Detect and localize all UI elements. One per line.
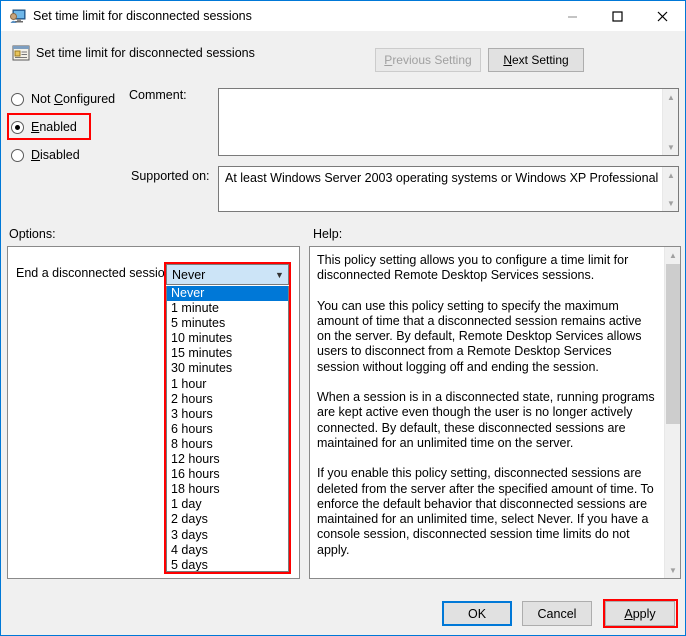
help-paragraph: If you enable this policy setting, disco… <box>317 466 656 558</box>
radio-label-disabled: Disabled <box>31 148 80 162</box>
setting-field-label: End a disconnected session <box>16 266 172 280</box>
supported-on-value: At least Windows Server 2003 operating s… <box>219 167 678 190</box>
help-scroll-thumb[interactable] <box>666 264 680 424</box>
dropdown-item[interactable]: 1 hour <box>167 377 288 392</box>
options-label: Options: <box>9 227 56 241</box>
next-setting-button[interactable]: Next Setting <box>488 48 584 72</box>
scroll-down-icon[interactable]: ▼ <box>663 195 679 211</box>
supported-on-label: Supported on: <box>131 169 210 183</box>
policy-setting-icon <box>12 44 30 62</box>
dropdown-item[interactable]: 2 days <box>167 512 288 527</box>
scroll-up-icon[interactable]: ▲ <box>665 247 681 263</box>
title-bar: Set time limit for disconnected sessions <box>1 1 685 31</box>
minimize-icon[interactable] <box>550 1 595 31</box>
end-session-combobox[interactable]: Never ▼ <box>166 264 289 285</box>
help-label: Help: <box>313 227 342 241</box>
ok-button[interactable]: OK <box>442 601 512 626</box>
radio-not-configured[interactable]: Not Configured <box>11 90 115 108</box>
dropdown-item[interactable]: 3 hours <box>167 407 288 422</box>
dropdown-item[interactable]: 5 minutes <box>167 316 288 331</box>
dropdown-item[interactable]: 1 day <box>167 497 288 512</box>
dropdown-item[interactable]: 5 days <box>167 558 288 572</box>
previous-setting-button[interactable]: Previous Setting <box>375 48 481 72</box>
dropdown-item[interactable]: 6 hours <box>167 422 288 437</box>
maximize-icon[interactable] <box>595 1 640 31</box>
comment-label: Comment: <box>129 88 187 102</box>
end-session-dropdown-list[interactable]: Never1 minute5 minutes10 minutes15 minut… <box>166 286 289 572</box>
dropdown-item[interactable]: 30 minutes <box>167 361 288 376</box>
radio-mark-enabled <box>11 121 24 134</box>
cancel-button[interactable]: Cancel <box>522 601 592 626</box>
supported-on-field: At least Windows Server 2003 operating s… <box>218 166 679 212</box>
scroll-up-icon[interactable]: ▲ <box>663 89 679 105</box>
dropdown-item[interactable]: 10 minutes <box>167 331 288 346</box>
help-paragraph: This policy setting allows you to config… <box>317 253 656 284</box>
help-scrollbar[interactable]: ▲ ▼ <box>664 247 680 578</box>
comment-value <box>219 89 678 97</box>
dropdown-item[interactable]: 2 hours <box>167 392 288 407</box>
supported-scrollbar[interactable]: ▲ ▼ <box>662 167 678 211</box>
apply-button[interactable]: Apply <box>605 601 675 626</box>
dropdown-item[interactable]: 18 hours <box>167 482 288 497</box>
dropdown-item[interactable]: Never <box>167 286 288 301</box>
policy-monitor-icon <box>10 8 26 24</box>
chevron-down-icon[interactable]: ▼ <box>271 270 288 280</box>
policy-setting-dialog: Set time limit for disconnected sessions… <box>0 0 686 636</box>
comment-scrollbar[interactable]: ▲ ▼ <box>662 89 678 155</box>
radio-label-not-configured: Not Configured <box>31 92 115 106</box>
dropdown-item[interactable]: 15 minutes <box>167 346 288 361</box>
setting-title: Set time limit for disconnected sessions <box>36 46 255 60</box>
comment-input[interactable]: ▲ ▼ <box>218 88 679 156</box>
radio-mark-not-configured <box>11 93 24 106</box>
dropdown-item[interactable]: 1 minute <box>167 301 288 316</box>
caption-buttons <box>550 1 685 31</box>
radio-mark-disabled <box>11 149 24 162</box>
help-paragraph: You can use this policy setting to speci… <box>317 299 656 375</box>
dropdown-item[interactable]: 4 days <box>167 543 288 558</box>
help-panel: This policy setting allows you to config… <box>309 246 681 579</box>
scroll-up-icon[interactable]: ▲ <box>663 167 679 183</box>
radio-disabled[interactable]: Disabled <box>11 146 80 164</box>
help-text: This policy setting allows you to config… <box>310 247 664 578</box>
combobox-value: Never <box>167 268 271 282</box>
dropdown-item[interactable]: 12 hours <box>167 452 288 467</box>
radio-enabled[interactable]: Enabled <box>11 118 77 136</box>
help-paragraph: When a session is in a disconnected stat… <box>317 390 656 451</box>
scroll-down-icon[interactable]: ▼ <box>663 139 679 155</box>
dropdown-item[interactable]: 3 days <box>167 528 288 543</box>
dropdown-item[interactable]: 16 hours <box>167 467 288 482</box>
scroll-down-icon[interactable]: ▼ <box>665 562 681 578</box>
dropdown-item[interactable]: 8 hours <box>167 437 288 452</box>
close-icon[interactable] <box>640 1 685 31</box>
window-title: Set time limit for disconnected sessions <box>33 9 252 23</box>
radio-label-enabled: Enabled <box>31 120 77 134</box>
